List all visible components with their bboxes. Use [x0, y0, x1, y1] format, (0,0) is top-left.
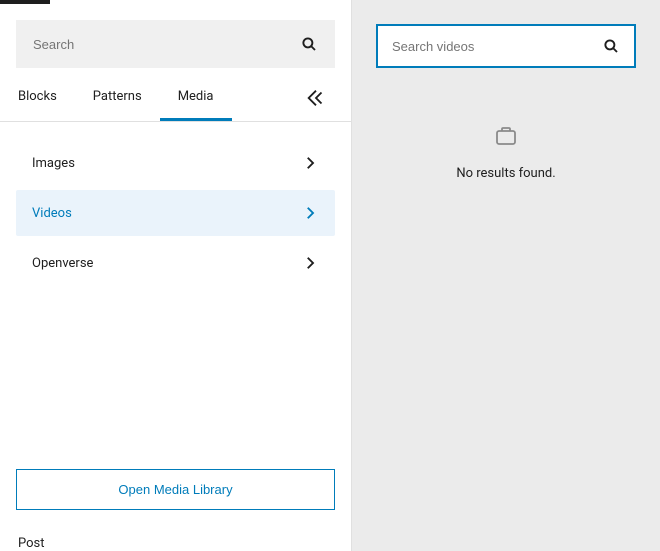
- media-item-label: Videos: [32, 206, 72, 221]
- empty-state: No results found.: [376, 68, 636, 181]
- tab-media[interactable]: Media: [160, 75, 232, 121]
- search-icon: [300, 35, 318, 53]
- media-placeholder-icon: [376, 124, 636, 148]
- inserter-search[interactable]: [16, 20, 335, 68]
- chevron-right-icon: [301, 254, 319, 272]
- media-item-label: Openverse: [32, 256, 93, 271]
- media-search-input[interactable]: [392, 39, 602, 54]
- media-item-openverse[interactable]: Openverse: [16, 240, 335, 286]
- collapse-button[interactable]: [297, 87, 335, 109]
- media-search[interactable]: [376, 24, 636, 68]
- search-icon: [602, 37, 620, 55]
- chevron-right-icon: [301, 204, 319, 222]
- tab-blocks[interactable]: Blocks: [0, 75, 75, 121]
- media-item-videos[interactable]: Videos: [16, 190, 335, 236]
- search-input[interactable]: [33, 37, 300, 52]
- open-media-library-button[interactable]: Open Media Library: [16, 469, 335, 510]
- bottom-area: Open Media Library: [16, 469, 335, 526]
- double-chevron-icon: [305, 87, 327, 109]
- empty-state-text: No results found.: [376, 166, 636, 181]
- media-categories: Images Videos Openverse: [16, 122, 335, 290]
- inserter-panel: Blocks Patterns Media Images: [0, 0, 352, 551]
- left-content: Blocks Patterns Media Images: [0, 4, 351, 526]
- chevron-right-icon: [301, 154, 319, 172]
- tab-patterns[interactable]: Patterns: [75, 75, 160, 121]
- post-label: Post: [0, 526, 351, 551]
- results-panel: No results found.: [352, 0, 660, 551]
- media-item-label: Images: [32, 156, 75, 171]
- media-item-images[interactable]: Images: [16, 140, 335, 186]
- app-container: Blocks Patterns Media Images: [0, 0, 660, 551]
- inserter-tabs: Blocks Patterns Media: [0, 74, 351, 122]
